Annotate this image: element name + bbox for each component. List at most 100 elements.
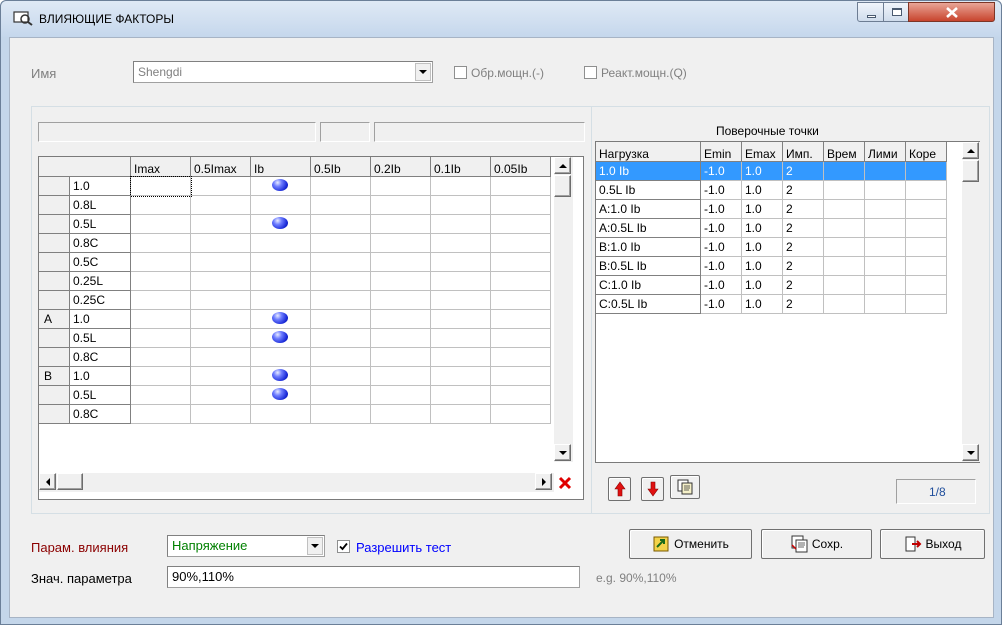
matrix-row-header[interactable]: 1.0	[70, 310, 131, 329]
points-cell[interactable]: 1.0	[742, 162, 783, 181]
points-column-header[interactable]: Emin	[701, 142, 742, 162]
points-cell[interactable]: -1.0	[701, 181, 742, 200]
points-cell[interactable]	[865, 295, 906, 314]
matrix-cell[interactable]	[431, 272, 491, 291]
matrix-row-header[interactable]: 0.8C	[70, 234, 131, 253]
matrix-cell[interactable]	[491, 234, 551, 253]
matrix-cell[interactable]	[311, 253, 371, 272]
matrix-cell[interactable]	[251, 386, 311, 405]
points-cell[interactable]: 1.0	[742, 295, 783, 314]
matrix-row-header[interactable]: 0.25L	[70, 272, 131, 291]
points-cell[interactable]: 2	[783, 181, 824, 200]
points-cell[interactable]: 1.0	[742, 181, 783, 200]
matrix-cell[interactable]	[491, 348, 551, 367]
points-cell[interactable]: -1.0	[701, 200, 742, 219]
matrix-column-header[interactable]: 0.5Ib	[311, 157, 371, 177]
points-cell[interactable]	[906, 219, 947, 238]
matrix-cell[interactable]	[371, 177, 431, 196]
matrix-cell[interactable]	[130, 176, 192, 197]
maximize-button[interactable]	[883, 2, 909, 22]
scroll-right-button[interactable]	[535, 473, 552, 490]
name-combo[interactable]: Shengdi	[133, 61, 433, 83]
save-button[interactable]: Сохр.	[761, 529, 872, 559]
matrix-vertical-scrollbar[interactable]	[554, 157, 573, 462]
matrix-cell[interactable]	[371, 234, 431, 253]
matrix-row-header[interactable]: 0.25C	[70, 291, 131, 310]
points-cell[interactable]: 1.0	[742, 219, 783, 238]
points-cell[interactable]	[865, 219, 906, 238]
matrix-cell[interactable]	[491, 272, 551, 291]
matrix-cell[interactable]	[311, 329, 371, 348]
matrix-cell[interactable]	[311, 348, 371, 367]
points-cell[interactable]	[865, 238, 906, 257]
matrix-cell[interactable]	[491, 310, 551, 329]
delete-mark-button[interactable]	[556, 474, 573, 491]
points-cell[interactable]: -1.0	[701, 295, 742, 314]
points-cell[interactable]	[824, 181, 865, 200]
matrix-cell[interactable]	[311, 177, 371, 196]
points-row-header[interactable]: 1.0 Ib	[596, 162, 701, 181]
matrix-row-header[interactable]: 1.0	[70, 367, 131, 386]
points-column-header[interactable]: Нагрузка	[596, 142, 701, 162]
points-cell[interactable]	[906, 295, 947, 314]
matrix-cell[interactable]	[191, 329, 251, 348]
matrix-cell[interactable]	[371, 272, 431, 291]
points-cell[interactable]	[824, 257, 865, 276]
enable-test-checkbox[interactable]	[337, 540, 350, 553]
matrix-column-header[interactable]: 0.2Ib	[371, 157, 431, 177]
matrix-cell[interactable]	[371, 253, 431, 272]
points-scroll-up-button[interactable]	[962, 142, 979, 159]
matrix-cell[interactable]	[491, 291, 551, 310]
points-cell[interactable]: 2	[783, 238, 824, 257]
matrix-cell[interactable]	[431, 215, 491, 234]
matrix-cell[interactable]	[131, 253, 191, 272]
matrix-cell[interactable]	[131, 272, 191, 291]
close-button[interactable]	[908, 2, 995, 22]
points-cell[interactable]: 2	[783, 276, 824, 295]
scroll-down-button[interactable]	[554, 444, 571, 461]
points-cell[interactable]	[865, 181, 906, 200]
matrix-cell[interactable]	[431, 310, 491, 329]
points-cell[interactable]	[824, 162, 865, 181]
matrix-cell[interactable]	[431, 386, 491, 405]
matrix-cell[interactable]	[431, 253, 491, 272]
points-cell[interactable]	[865, 257, 906, 276]
points-cell[interactable]	[906, 257, 947, 276]
matrix-cell[interactable]	[131, 367, 191, 386]
matrix-cell[interactable]	[491, 329, 551, 348]
matrix-cell[interactable]	[491, 196, 551, 215]
matrix-cell[interactable]	[131, 405, 191, 424]
points-cell[interactable]	[824, 219, 865, 238]
matrix-cell[interactable]	[371, 367, 431, 386]
points-row-header[interactable]: B:1.0 Ib	[596, 238, 701, 257]
points-cell[interactable]: 1.0	[742, 257, 783, 276]
exit-button[interactable]: Выход	[880, 529, 985, 559]
matrix-row-header[interactable]: 0.8C	[70, 405, 131, 424]
matrix-cell[interactable]	[191, 234, 251, 253]
matrix-cell[interactable]	[371, 348, 431, 367]
matrix-cell[interactable]	[251, 367, 311, 386]
points-cell[interactable]: 2	[783, 219, 824, 238]
matrix-row-header[interactable]: 0.5L	[70, 386, 131, 405]
points-cell[interactable]	[865, 162, 906, 181]
points-cell[interactable]: -1.0	[701, 219, 742, 238]
copy-point-button[interactable]	[670, 475, 700, 499]
matrix-cell[interactable]	[251, 291, 311, 310]
matrix-cell[interactable]	[371, 329, 431, 348]
points-cell[interactable]: -1.0	[701, 276, 742, 295]
matrix-cell[interactable]	[431, 405, 491, 424]
matrix-cell[interactable]	[491, 253, 551, 272]
matrix-cell[interactable]	[131, 386, 191, 405]
points-cell[interactable]: 2	[783, 200, 824, 219]
matrix-cell[interactable]	[131, 310, 191, 329]
matrix-cell[interactable]	[311, 291, 371, 310]
points-cell[interactable]: 1.0	[742, 238, 783, 257]
points-cell[interactable]: 2	[783, 162, 824, 181]
points-column-header[interactable]: Имп.	[783, 142, 824, 162]
scroll-left-button[interactable]	[39, 473, 56, 490]
cancel-button[interactable]: Отменить	[629, 529, 752, 559]
matrix-cell[interactable]	[251, 196, 311, 215]
matrix-cell[interactable]	[251, 405, 311, 424]
points-cell[interactable]: 1.0	[742, 276, 783, 295]
matrix-cell[interactable]	[191, 348, 251, 367]
